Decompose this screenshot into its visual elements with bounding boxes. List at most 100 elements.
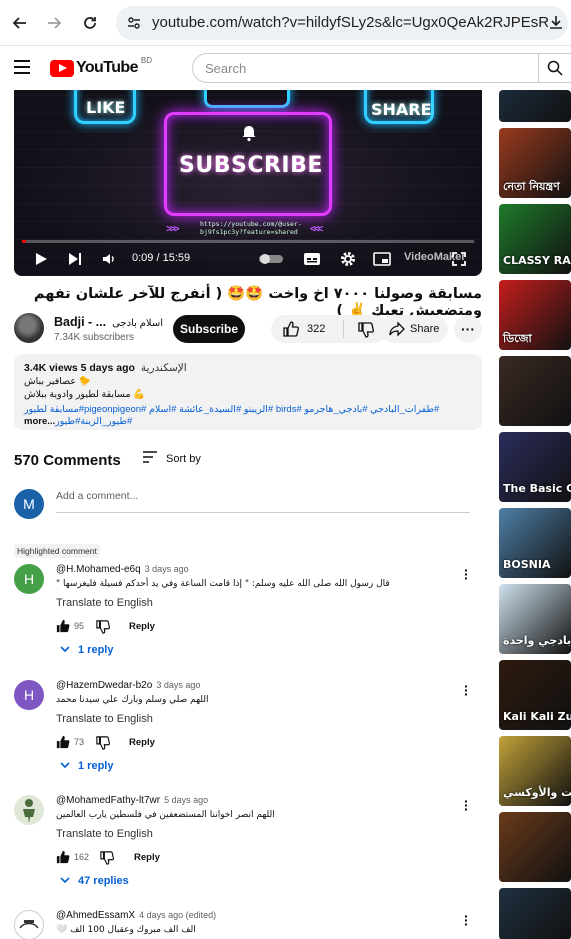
replies-count[interactable]: 47 replies <box>78 875 129 887</box>
comment-avatar[interactable]: H <box>14 564 44 594</box>
comment-author[interactable]: @H.Mohamed-e6q <box>56 564 141 575</box>
comment-author[interactable]: @AhmedEssamX <box>56 910 135 921</box>
reply-button[interactable]: Reply <box>134 852 160 863</box>
view-replies-button[interactable]: 47 replies <box>60 875 129 887</box>
video-subscribe-text: SUBSCRIBE <box>179 153 323 178</box>
volume-icon[interactable] <box>100 249 118 269</box>
autoplay-toggle[interactable] <box>258 249 284 269</box>
back-arrow-icon[interactable] <box>8 11 32 35</box>
subscribe-button[interactable]: Subscribe <box>173 315 245 343</box>
settings-gear-icon[interactable] <box>338 249 358 269</box>
reply-button[interactable]: Reply <box>129 737 155 748</box>
more-actions-button[interactable]: ··· <box>454 315 482 343</box>
search-input[interactable]: Search <box>205 61 246 76</box>
comment-text: اللهم صلي وسلم وبارك علي سيدنا محمد <box>56 695 209 705</box>
related-video-thumbnail[interactable]: بادجي واحدة <box>499 584 571 654</box>
comment-time[interactable]: 4 days ago (edited) <box>139 910 216 920</box>
translate-link[interactable]: Translate to English <box>56 828 153 840</box>
like-thumb-icon[interactable] <box>56 619 70 638</box>
user-avatar: M <box>14 489 44 519</box>
forward-arrow-icon[interactable] <box>42 11 66 35</box>
description-box[interactable]: 3.4K views 5 days ago الإسكندرية عصافير ب… <box>14 354 482 430</box>
video-player[interactable]: LIKE SHARE SUBSCRIBE >>> https://youtube… <box>14 90 482 276</box>
highlighted-comment-badge: Highlighted comment <box>14 544 100 558</box>
like-thumb-icon[interactable] <box>56 735 70 754</box>
related-video-thumbnail[interactable]: The Basic Chess <box>499 432 571 502</box>
related-video-thumbnail[interactable] <box>499 90 571 122</box>
search-icon[interactable] <box>547 60 565 78</box>
comment-avatar[interactable] <box>14 795 44 825</box>
chevron-down-icon <box>60 760 70 772</box>
reply-button[interactable]: Reply <box>129 621 155 632</box>
comment-avatar[interactable] <box>14 910 44 939</box>
hashtags[interactable]: #طفرات_البادجي #بادجي_هاجرمو #birds #الر… <box>24 404 472 415</box>
like-thumb-icon[interactable] <box>56 850 70 869</box>
comment-time[interactable]: 3 days ago <box>156 680 200 690</box>
view-replies-button[interactable]: 1 reply <box>60 644 113 656</box>
reload-icon[interactable] <box>78 11 102 35</box>
thumbnail-label: BOSNIA <box>503 558 551 571</box>
youtube-logo[interactable]: YouTube BD <box>50 56 152 77</box>
comment-menu-icon[interactable]: · · · <box>464 909 469 931</box>
channel-name-arabic[interactable]: اسلام بادجى <box>112 318 163 329</box>
comments-count: 570 Comments <box>14 452 121 469</box>
dislike-thumb-icon[interactable] <box>100 851 114 870</box>
comment-menu-icon[interactable]: · · · <box>464 794 469 816</box>
progress-bar[interactable] <box>22 240 474 243</box>
related-video-thumbnail[interactable] <box>499 356 571 426</box>
related-video-thumbnail[interactable]: নেতা নিয়ন্ত্রণ <box>499 128 571 198</box>
miniplayer-icon[interactable] <box>372 249 392 269</box>
dislike-thumb-icon[interactable] <box>358 322 374 343</box>
comment-menu-icon[interactable]: · · · <box>464 563 469 585</box>
comment-text: الف الف مبروك وعقبال 100 الف 🤍 <box>56 925 196 935</box>
related-video-thumbnail[interactable] <box>499 812 571 882</box>
like-thumb-icon[interactable] <box>283 321 299 342</box>
comment-author[interactable]: @MohamedFathy-lt7wr <box>56 795 160 806</box>
related-video-thumbnail[interactable] <box>499 888 571 939</box>
dislike-thumb-icon[interactable] <box>96 736 110 755</box>
replies-count[interactable]: 1 reply <box>78 760 113 772</box>
subscriber-count: 7.34K subscribers <box>54 332 135 343</box>
related-video-thumbnail[interactable]: BOSNIA <box>499 508 571 578</box>
description-line-1: عصافير بباش 🐤 <box>24 376 91 387</box>
view-replies-button[interactable]: 1 reply <box>60 760 113 772</box>
related-video-thumbnail[interactable]: CLASSY RANK PUSH <box>499 204 571 274</box>
thumbnail-label: بادجي واحدة <box>503 634 571 647</box>
comment-time[interactable]: 3 days ago <box>145 564 189 574</box>
comment-menu-icon[interactable]: · · · <box>464 679 469 701</box>
logo-text: YouTube <box>76 59 138 76</box>
channel-name[interactable]: Badji - ... اسلام بادجى <box>54 315 163 329</box>
related-video-thumbnail[interactable]: ডিজো <box>499 280 571 350</box>
comment-avatar[interactable]: H <box>14 680 44 710</box>
comment-author[interactable]: @HazemDwedar-b2o <box>56 680 152 691</box>
url-text[interactable]: youtube.com/watch?v=hildyfSLy2s&lc=Ugx0Q… <box>152 14 548 31</box>
add-comment-input[interactable]: Add a comment... <box>56 490 470 513</box>
youtube-masthead: YouTube BD Search <box>0 46 571 90</box>
chevrons-right-icon: <<< <box>310 224 323 235</box>
search-box[interactable]: Search <box>192 53 571 83</box>
captions-icon[interactable] <box>302 249 322 269</box>
next-icon[interactable] <box>66 249 84 269</box>
translate-link[interactable]: Translate to English <box>56 713 153 725</box>
related-video-thumbnail[interactable]: أعمى عليهم لما عرفوا الزيت والأوكسي <box>499 736 571 806</box>
related-video-thumbnail[interactable]: Kali Kali Zulfon <box>499 660 571 730</box>
share-button[interactable]: Share <box>380 315 448 343</box>
sort-by-button[interactable]: Sort by <box>142 451 201 466</box>
channel-avatar[interactable] <box>14 313 44 343</box>
replies-count[interactable]: 1 reply <box>78 644 113 656</box>
address-bar[interactable]: youtube.com/watch?v=hildyfSLy2s&lc=Ugx0Q… <box>116 6 568 40</box>
download-icon[interactable] <box>548 14 566 32</box>
fullscreen-icon[interactable] <box>450 249 468 269</box>
location-tag[interactable]: الإسكندرية <box>141 362 187 374</box>
hashtags-2[interactable]: #طيور_الزينة#طيور <box>55 416 132 427</box>
channel-name-latin[interactable]: Badji - ... <box>54 315 106 329</box>
sort-label: Sort by <box>166 452 201 465</box>
translate-link[interactable]: Translate to English <box>56 597 153 609</box>
dislike-thumb-icon[interactable] <box>96 620 110 639</box>
comment-time[interactable]: 5 days ago <box>164 795 208 805</box>
show-more-link[interactable]: ...more <box>24 416 55 427</box>
play-icon[interactable] <box>32 249 50 269</box>
site-info-icon[interactable] <box>124 13 144 33</box>
menu-icon[interactable] <box>14 60 30 74</box>
like-dislike-pill: 322 <box>271 315 388 343</box>
